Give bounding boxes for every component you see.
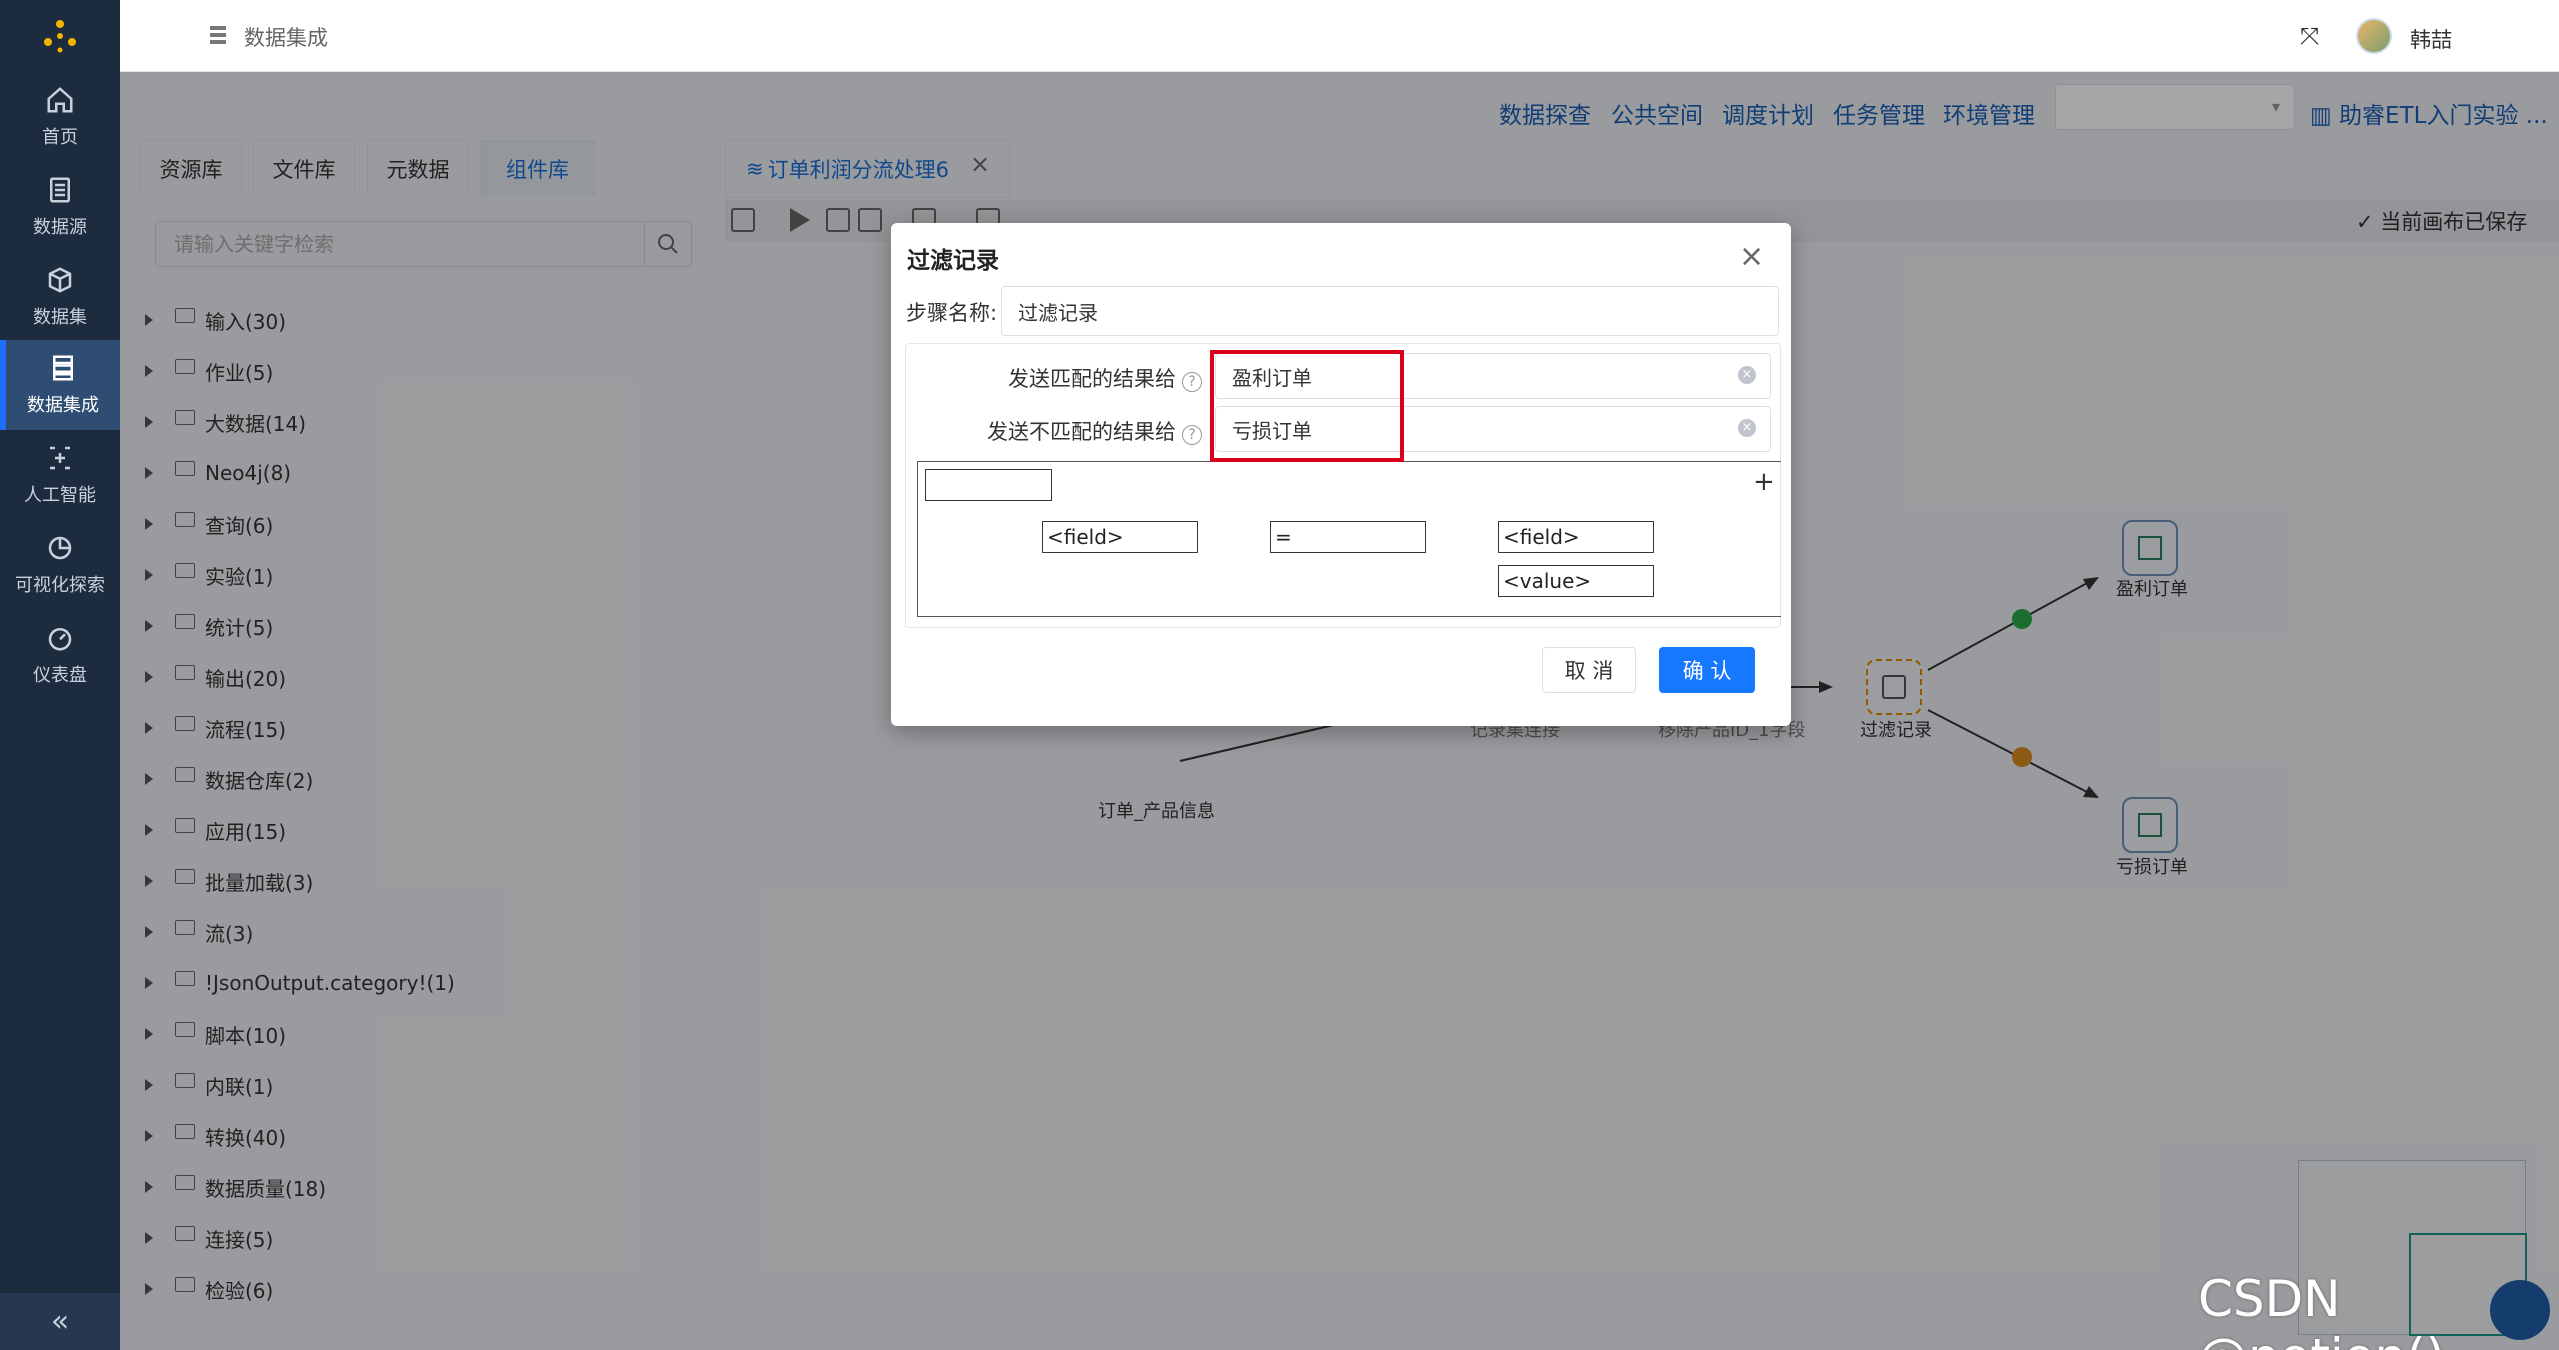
sidebar-item-visual[interactable]: 可视化探索 xyxy=(0,520,120,610)
collapse-icon: « xyxy=(50,1304,70,1339)
confirm-button[interactable]: 确 认 xyxy=(1659,647,1755,693)
nomatch-target-select[interactable]: 亏损订单 × xyxy=(1215,406,1771,452)
integration-icon xyxy=(53,355,73,381)
condition-value[interactable]: <value> xyxy=(1498,565,1654,597)
clear-icon[interactable]: × xyxy=(1738,366,1756,384)
sidebar-item-integration[interactable]: 数据集成 xyxy=(0,340,120,430)
sidebar-item-dashboard[interactable]: 仪表盘 xyxy=(0,610,120,700)
menu-icon[interactable] xyxy=(210,25,226,45)
dashboard-icon xyxy=(48,628,72,651)
sidebar-collapse-button[interactable]: « xyxy=(0,1293,120,1350)
dataset-icon xyxy=(48,267,72,293)
help-icon[interactable]: ? xyxy=(1182,425,1202,445)
watermark: CSDN @potion() xyxy=(2198,1270,2445,1350)
sidebar-item-datasource[interactable]: 数据源 xyxy=(0,162,120,252)
match-target-select[interactable]: 盈利订单 × xyxy=(1215,353,1771,399)
username: 韩喆 xyxy=(2410,28,2452,52)
condition-negate-box[interactable] xyxy=(925,469,1052,501)
avatar[interactable] xyxy=(2356,18,2392,54)
condition-field-right[interactable]: <field> xyxy=(1498,521,1654,553)
sidebar-item-home[interactable]: 首页 xyxy=(0,72,120,162)
sidebar-item-ai[interactable]: 人工智能 xyxy=(0,430,120,520)
sidebar-item-dataset[interactable]: 数据集 xyxy=(0,252,120,342)
match-label: 发送匹配的结果给? xyxy=(1008,363,1202,393)
nomatch-label: 发送不匹配的结果给? xyxy=(987,416,1202,446)
condition-field-left[interactable]: <field> xyxy=(1042,521,1198,553)
datasource-icon xyxy=(50,177,70,203)
chart-pie-icon xyxy=(48,536,72,560)
ai-icon xyxy=(50,446,70,470)
logo-icon xyxy=(44,20,76,53)
app-title: 数据集成 xyxy=(244,26,328,50)
step-name-label: 步骤名称: xyxy=(906,301,998,325)
step-name-input[interactable]: 过滤记录 xyxy=(1001,286,1779,336)
cancel-button[interactable]: 取 消 xyxy=(1542,647,1636,693)
clear-icon[interactable]: × xyxy=(1738,419,1756,437)
dialog-title: 过滤记录 xyxy=(907,248,999,274)
filter-dialog: 过滤记录 × 步骤名称: 过滤记录 发送匹配的结果给? 盈利订单 × 发送不匹配的… xyxy=(891,223,1791,726)
fullscreen-icon[interactable]: ⤧ xyxy=(2300,22,2319,50)
close-icon[interactable]: × xyxy=(1739,239,1764,274)
help-icon[interactable]: ? xyxy=(1182,372,1202,392)
top-bar xyxy=(120,0,2559,72)
condition-operator[interactable]: = xyxy=(1270,521,1426,553)
add-condition-icon[interactable]: + xyxy=(1753,467,1775,497)
home-icon xyxy=(47,87,73,113)
